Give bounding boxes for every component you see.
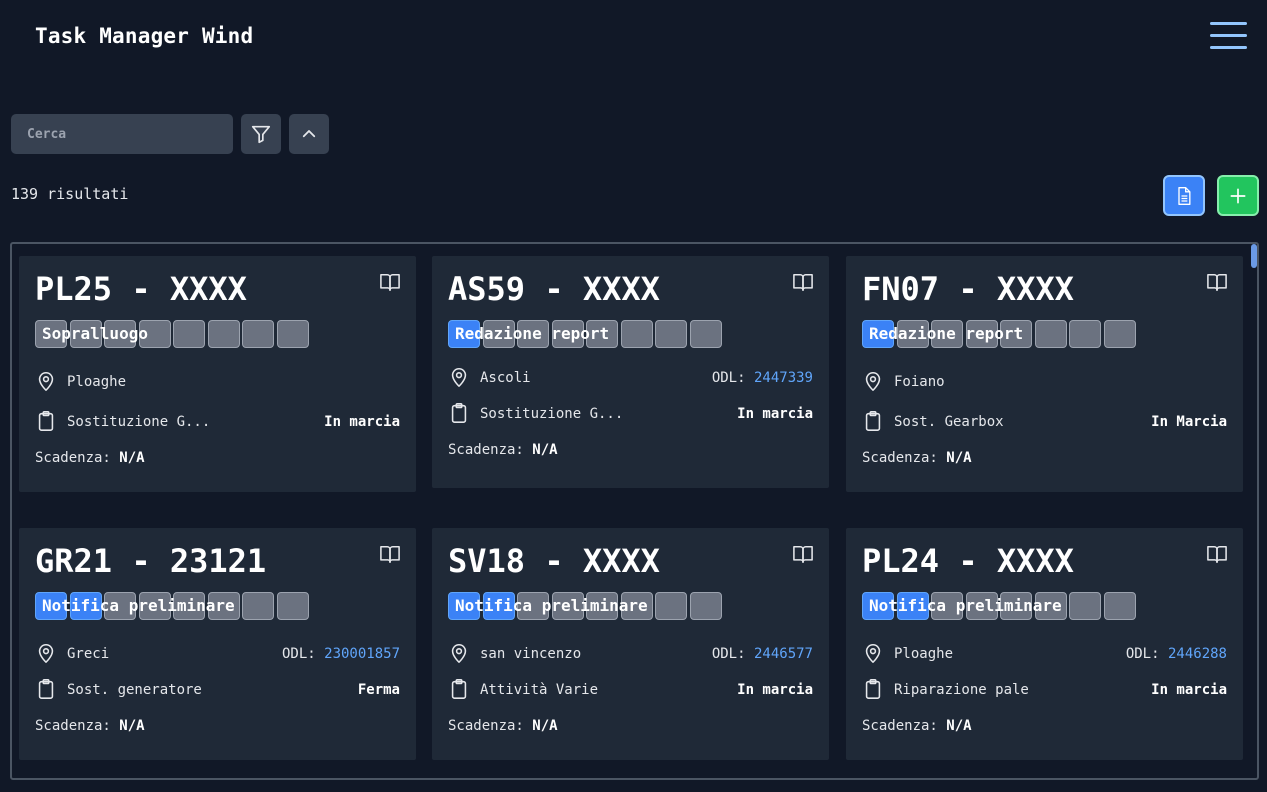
clipboard-icon [862, 677, 884, 705]
card-title: FN07 - XXXX [862, 270, 1074, 308]
progress-step [207, 320, 240, 348]
task-card[interactable]: FN07 - XXXX Redazione report Foiano Sost. G… [846, 256, 1243, 492]
card-title: AS59 - XXXX [448, 270, 660, 308]
result-count: 139 risultati [11, 185, 129, 203]
stage-label: Notifica preliminare [869, 596, 1062, 615]
odl-label: ODL: 2446577 [711, 646, 813, 662]
collapse-button[interactable] [289, 114, 329, 154]
status-text: In Marcia [1151, 414, 1227, 430]
status-text: In marcia [324, 414, 400, 430]
deadline-text: Scadenza: N/A [35, 450, 145, 466]
progress-step [1069, 592, 1101, 620]
deadline-text: Scadenza: N/A [862, 718, 972, 734]
task-card[interactable]: PL25 - XXXX Sopralluogo Ploaghe Sostituzion… [19, 256, 416, 492]
location-text: Foiano [894, 374, 945, 390]
progress-step [689, 320, 722, 348]
book-icon[interactable] [379, 544, 401, 568]
task-text: Sost. generatore [67, 682, 202, 698]
progress-step [242, 592, 274, 620]
progress-step [655, 592, 687, 620]
stage-label: Redazione report [455, 324, 610, 343]
odl-number[interactable]: 230001857 [324, 646, 400, 662]
odl-number[interactable]: 2447339 [754, 370, 813, 386]
task-text: Attività Varie [480, 682, 599, 698]
task-text: Sostituzione G... [480, 406, 624, 422]
progress-step [1034, 320, 1067, 348]
task-card[interactable]: AS59 - XXXX Redazione report Ascoli ODL: 24… [432, 256, 829, 488]
odl-number[interactable]: 2446288 [1168, 646, 1227, 662]
hamburger-menu-icon[interactable] [1210, 22, 1248, 52]
progress-step [276, 592, 309, 620]
location-text: san vincenzo [480, 646, 582, 662]
deadline-text: Scadenza: N/A [35, 718, 145, 734]
status-text: Ferma [357, 682, 400, 698]
odl-label: ODL: 2446288 [1125, 646, 1227, 662]
location-text: Ploaghe [67, 374, 127, 390]
location-pin-icon [862, 369, 884, 397]
progress-step [276, 320, 309, 348]
location-pin-icon [35, 369, 57, 397]
progress-step [242, 320, 274, 348]
task-text: Riparazione pale [894, 682, 1029, 698]
location-pin-icon [35, 641, 57, 669]
location-text: Ploaghe [894, 646, 954, 662]
deadline-text: Scadenza: N/A [448, 718, 558, 734]
card-title: GR21 - 23121 [35, 542, 267, 580]
progress-step [620, 320, 653, 348]
status-text: In marcia [737, 406, 813, 422]
card-title: SV18 - XXXX [448, 542, 660, 580]
stage-label: Notifica preliminare [455, 596, 648, 615]
scrollbar-thumb[interactable] [1251, 244, 1257, 268]
deadline-text: Scadenza: N/A [448, 442, 558, 458]
location-pin-icon [448, 641, 470, 669]
location-text: Greci [67, 646, 110, 662]
location-pin-icon [448, 365, 470, 393]
filter-button[interactable] [241, 114, 281, 154]
clipboard-icon [35, 677, 57, 705]
status-text: In marcia [737, 682, 813, 698]
clipboard-icon [862, 409, 884, 437]
task-card[interactable]: PL24 - XXXX Notifica preliminare Ploaghe OD… [846, 528, 1243, 760]
location-text: Ascoli [480, 370, 531, 386]
search-input[interactable] [11, 114, 233, 154]
progress-step [1069, 320, 1101, 348]
location-pin-icon [862, 641, 884, 669]
status-text: In marcia [1151, 682, 1227, 698]
odl-label: ODL: 2447339 [711, 370, 813, 386]
clipboard-icon [448, 401, 470, 429]
stage-label: Sopralluogo [42, 324, 148, 343]
book-icon[interactable] [792, 544, 814, 568]
app-title: Task Manager Wind [35, 24, 254, 48]
add-button[interactable] [1217, 175, 1259, 216]
card-title: PL24 - XXXX [862, 542, 1074, 580]
progress-step [689, 592, 722, 620]
task-card[interactable]: GR21 - 23121 Notifica preliminare Greci ODL… [19, 528, 416, 760]
filter-icon [251, 125, 271, 144]
task-text: Sostituzione G... [67, 414, 211, 430]
plus-icon [1230, 188, 1246, 203]
document-icon [1178, 186, 1191, 205]
book-icon[interactable] [1206, 272, 1228, 296]
stage-label: Redazione report [869, 324, 1024, 343]
chevron-up-icon [302, 130, 316, 138]
clipboard-icon [448, 677, 470, 705]
progress-step [1103, 320, 1136, 348]
clipboard-icon [35, 409, 57, 437]
stage-label: Notifica preliminare [42, 596, 235, 615]
deadline-text: Scadenza: N/A [862, 450, 972, 466]
odl-number[interactable]: 2446577 [754, 646, 813, 662]
book-icon[interactable] [379, 272, 401, 296]
task-text: Sost. Gearbox [894, 414, 1004, 430]
book-icon[interactable] [1206, 544, 1228, 568]
task-card[interactable]: SV18 - XXXX Notifica preliminare san vince… [432, 528, 829, 760]
report-button[interactable] [1163, 175, 1205, 216]
progress-step [655, 320, 687, 348]
card-title: PL25 - XXXX [35, 270, 247, 308]
progress-step [173, 320, 205, 348]
odl-label: ODL: 230001857 [281, 646, 400, 662]
progress-step [1103, 592, 1136, 620]
book-icon[interactable] [792, 272, 814, 296]
